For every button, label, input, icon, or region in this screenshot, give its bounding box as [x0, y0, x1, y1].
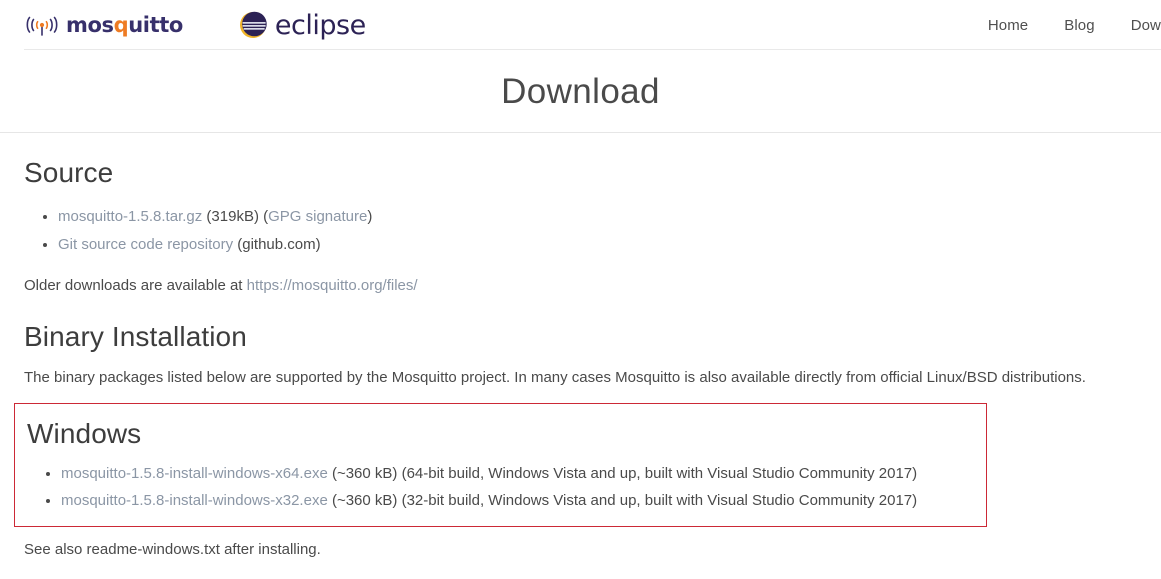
- nav-item-home[interactable]: Home: [988, 17, 1028, 34]
- older-downloads-paragraph: Older downloads are available at https:/…: [24, 275, 1137, 297]
- binary-installation-heading: Binary Installation: [24, 321, 247, 352]
- eclipse-logo-icon: [239, 11, 267, 39]
- brand-mosquitto-logo[interactable]: mosquitto: [24, 13, 183, 37]
- older-downloads-prefix: Older downloads are available at: [24, 277, 247, 294]
- source-tarball-link[interactable]: mosquitto-1.5.8.tar.gz: [58, 208, 202, 225]
- windows-x64-installer-link[interactable]: mosquitto-1.5.8-install-windows-x64.exe: [61, 465, 328, 482]
- nav-item-download[interactable]: Dow: [1131, 17, 1161, 34]
- page-title: Download: [501, 71, 660, 111]
- git-repository-host: (github.com): [233, 236, 321, 253]
- page-title-bar: Download: [0, 50, 1161, 133]
- gpg-signature-link[interactable]: GPG signature: [268, 208, 367, 225]
- source-download-list: mosquitto-1.5.8.tar.gz (319kB) (GPG sign…: [24, 203, 1137, 259]
- wordmark-part-2: uitto: [128, 12, 183, 37]
- windows-heading: Windows: [27, 418, 142, 449]
- source-tarball-size: (319kB) (: [202, 208, 269, 225]
- windows-section-highlight-box: Windows mosquitto-1.5.8-install-windows-…: [14, 403, 987, 527]
- list-item: mosquitto-1.5.8-install-windows-x64.exe …: [61, 460, 974, 487]
- page-content: Source mosquitto-1.5.8.tar.gz (319kB) (G…: [0, 157, 1161, 561]
- site-header: mosquitto eclipse Home Blog Dow: [0, 0, 1161, 50]
- nav-item-blog[interactable]: Blog: [1064, 17, 1094, 34]
- older-downloads-link[interactable]: https://mosquitto.org/files/: [247, 277, 418, 294]
- windows-download-list: mosquitto-1.5.8-install-windows-x64.exe …: [27, 460, 974, 514]
- wordmark-q-letter: q: [113, 12, 129, 37]
- windows-x32-installer-link[interactable]: mosquitto-1.5.8-install-windows-x32.exe: [61, 492, 328, 509]
- brand-mosquitto-wordmark: mosquitto: [66, 12, 183, 37]
- wordmark-part-1: mos: [66, 12, 114, 37]
- source-heading: Source: [24, 157, 114, 188]
- windows-readme-note: See also readme-windows.txt after instal…: [24, 541, 321, 558]
- source-tarball-paren-end: ): [367, 208, 373, 225]
- list-item: mosquitto-1.5.8.tar.gz (319kB) (GPG sign…: [58, 203, 1137, 231]
- signal-waves-icon: [24, 13, 60, 37]
- brand-eclipse-wordmark: eclipse: [274, 9, 366, 41]
- list-item: Git source code repository (github.com): [58, 231, 1137, 259]
- windows-x32-installer-details: (~360 kB) (32-bit build, Windows Vista a…: [327, 492, 918, 509]
- main-nav: Home Blog Dow: [988, 17, 1161, 34]
- windows-x64-installer-details: (~360 kB) (64-bit build, Windows Vista a…: [327, 465, 918, 482]
- list-item: mosquitto-1.5.8-install-windows-x32.exe …: [61, 487, 974, 514]
- git-repository-link[interactable]: Git source code repository: [58, 236, 233, 253]
- binary-installation-paragraph: The binary packages listed below are sup…: [24, 369, 1086, 386]
- brand-eclipse-logo[interactable]: eclipse: [239, 11, 366, 39]
